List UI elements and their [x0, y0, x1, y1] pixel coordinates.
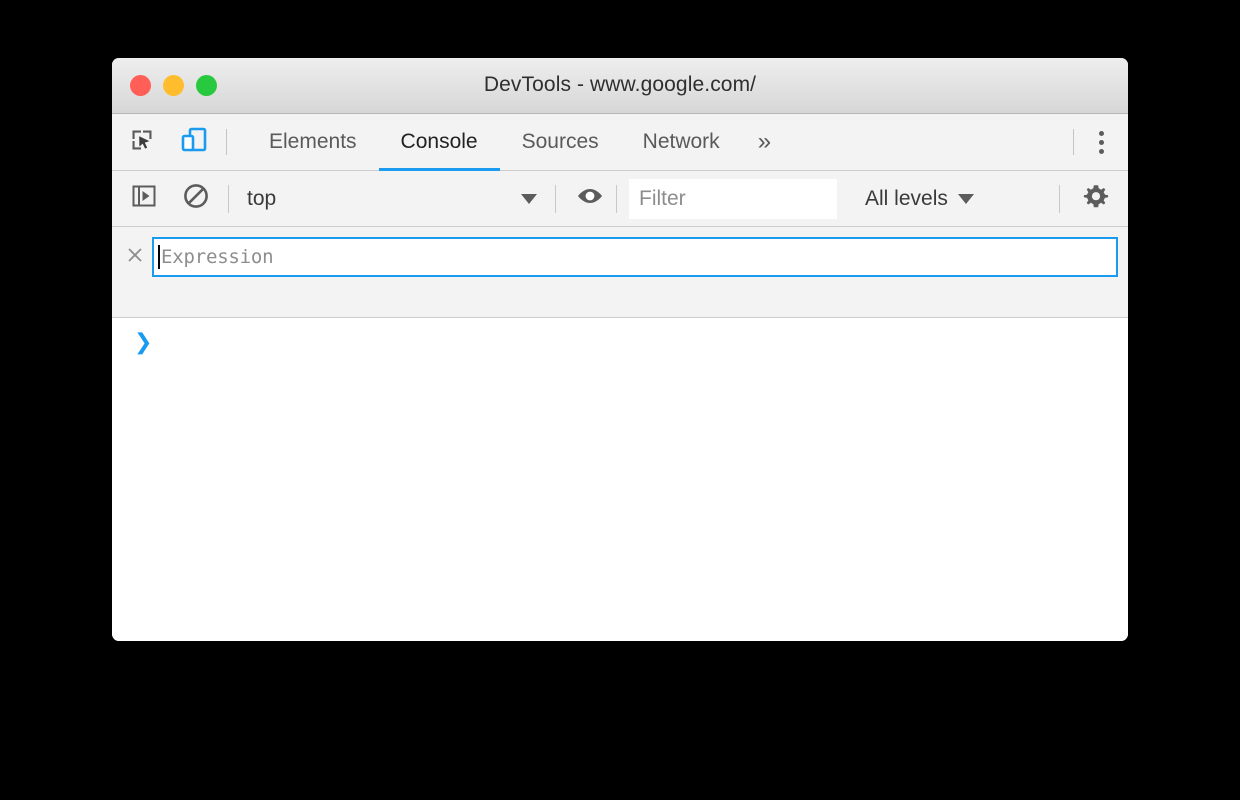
clear-console-icon [182, 182, 210, 215]
devtools-tabbar: Elements Console Sources Network » [112, 114, 1128, 171]
window-titlebar: DevTools - www.google.com/ [112, 58, 1128, 114]
close-icon [125, 245, 145, 270]
remove-live-expression-button[interactable] [118, 240, 152, 274]
vertical-dots-icon-dot [1098, 130, 1104, 136]
eye-icon [575, 181, 605, 216]
console-toolbar: top All levels [112, 171, 1128, 227]
console-filter-input[interactable] [629, 178, 837, 219]
javascript-context-value: top [247, 186, 277, 210]
gear-icon [1081, 181, 1111, 216]
toolbar-separator-4 [1059, 184, 1060, 213]
console-toolbar-right-group [1051, 179, 1128, 219]
create-live-expression-button[interactable] [570, 179, 610, 219]
tabbar-right-separator [1073, 129, 1074, 155]
tab-sources-label: Sources [521, 130, 599, 153]
log-levels-dropdown[interactable]: All levels [851, 179, 988, 219]
tab-console[interactable]: Console [378, 114, 500, 171]
live-expressions-pane: Expression [112, 227, 1128, 318]
text-caret [158, 245, 160, 269]
live-expression-row: Expression [112, 237, 1128, 277]
inspect-element-icon [128, 126, 156, 159]
live-expression-placeholder: Expression [161, 246, 274, 268]
tabbar-separator [226, 129, 227, 155]
tab-network-label: Network [642, 130, 720, 153]
tab-network[interactable]: Network [621, 114, 742, 170]
toolbar-separator-3 [616, 184, 617, 213]
vertical-dots-icon-dot [1098, 148, 1104, 154]
device-toolbar-icon [179, 125, 209, 160]
log-levels-value: All levels [865, 186, 948, 210]
prompt-chevron-icon: ❯ [134, 330, 153, 355]
more-options-button[interactable] [1084, 125, 1118, 159]
clear-console-button[interactable] [176, 179, 216, 219]
chevron-down-icon [957, 193, 974, 204]
toolbar-separator-1 [228, 184, 229, 213]
console-prompt-input[interactable] [152, 332, 1118, 356]
tab-elements-label: Elements [269, 130, 357, 153]
console-sidebar-toggle-button[interactable] [124, 179, 164, 219]
console-settings-button[interactable] [1076, 179, 1116, 219]
window-title: DevTools - www.google.com/ [483, 73, 757, 96]
console-output-area[interactable]: ❯ [112, 318, 1128, 641]
tabbar-right-group [1063, 125, 1128, 159]
live-expression-input[interactable]: Expression [152, 237, 1118, 277]
tab-console-label: Console [400, 130, 478, 153]
inspect-element-button[interactable] [120, 120, 164, 164]
tab-elements[interactable]: Elements [247, 114, 379, 170]
toggle-device-toolbar-button[interactable] [172, 120, 216, 164]
devtools-tabs: Elements Console Sources Network » [247, 114, 787, 171]
more-tabs-button[interactable]: » [742, 114, 787, 170]
console-sidebar-icon [131, 183, 157, 214]
vertical-dots-icon-dot [1098, 139, 1104, 145]
chevron-double-right-icon: » [757, 128, 772, 155]
chevron-down-icon [521, 193, 537, 204]
devtools-window: DevTools - www.google.com/ Elements Cons… [112, 58, 1128, 641]
console-prompt-row[interactable]: ❯ [112, 326, 1128, 356]
toolbar-separator-2 [555, 184, 556, 213]
javascript-context-dropdown[interactable]: top [237, 179, 547, 219]
tab-sources[interactable]: Sources [500, 114, 621, 170]
